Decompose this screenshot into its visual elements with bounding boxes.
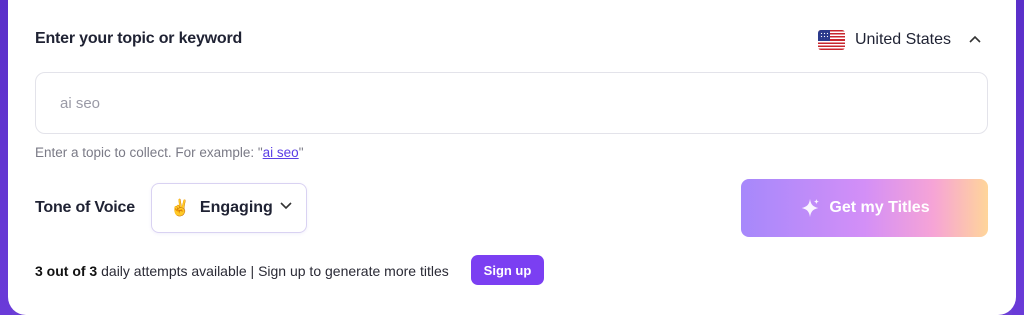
tone-selected-value: Engaging bbox=[199, 199, 273, 216]
topic-input-container bbox=[35, 72, 988, 134]
example-link[interactable]: ai seo bbox=[263, 145, 299, 160]
country-name: United States bbox=[854, 31, 951, 48]
hint-suffix: " bbox=[298, 145, 304, 160]
attempts-text: daily attempts available | Sign up to ge… bbox=[97, 263, 449, 279]
hint-prefix: Enter a topic to collect. For example: " bbox=[35, 145, 263, 160]
topic-form-card: Enter your topic or keyword United State… bbox=[8, 0, 1016, 315]
attempts-status: 3 out of 3 daily attempts available | Si… bbox=[35, 263, 449, 279]
tone-label: Tone of Voice bbox=[35, 199, 135, 216]
form-title: Enter your topic or keyword bbox=[35, 30, 243, 47]
tone-dropdown[interactable]: ✌️ Engaging bbox=[151, 183, 307, 233]
attempts-count: 3 out of 3 bbox=[35, 263, 98, 279]
country-selector[interactable]: United States bbox=[817, 28, 981, 52]
sparkle-icon bbox=[802, 198, 820, 218]
victory-hand-icon: ✌️ bbox=[170, 200, 190, 217]
chevron-down-icon bbox=[280, 199, 292, 213]
topic-hint: Enter a topic to collect. For example: "… bbox=[35, 145, 303, 160]
get-titles-button[interactable]: Get my Titles bbox=[741, 179, 988, 237]
get-titles-label: Get my Titles bbox=[829, 199, 930, 216]
topic-input[interactable] bbox=[60, 94, 987, 112]
sign-up-button[interactable]: Sign up bbox=[471, 255, 544, 285]
chevron-up-icon bbox=[969, 32, 981, 46]
us-flag-icon bbox=[817, 30, 845, 50]
